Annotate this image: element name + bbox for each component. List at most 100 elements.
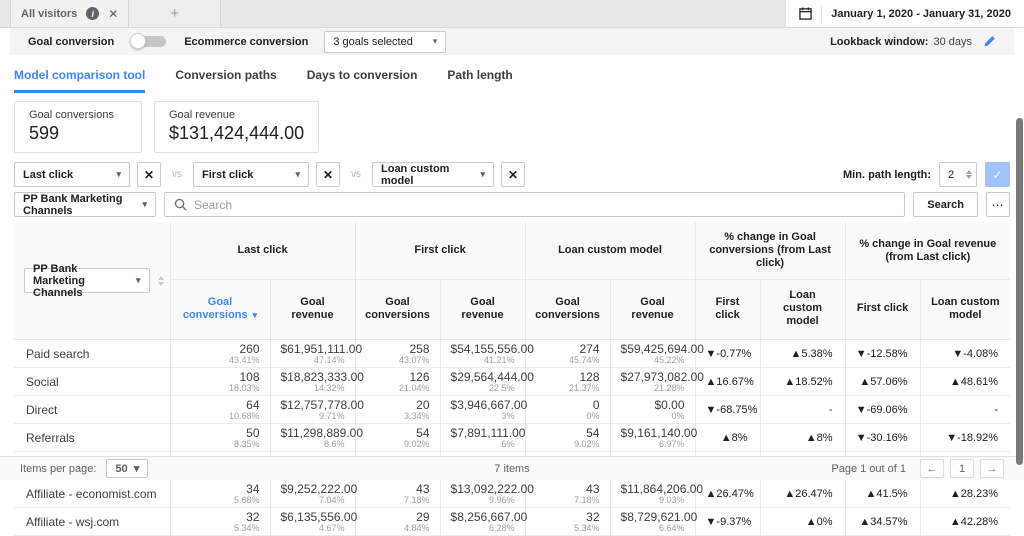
dimension-dropdown[interactable]: PP Bank Marketing Channels ▾ [14,192,156,217]
header-group-row: PP Bank Marketing Channels ▾ Last clickF… [14,222,1010,280]
change-cell: ▲16.67% [695,368,760,396]
page-info: Page 1 out of 1 [831,463,906,475]
edit-pencil-icon[interactable] [983,35,996,48]
current-page-number: 1 [959,463,965,475]
goal-revenue-card: Goal revenue $131,424,444.00 [154,101,319,153]
change-cell: ▲18.52% [760,368,845,396]
metric-cell: 345.68% [170,480,270,508]
channel-name: Referrals [14,424,170,452]
metric-cell: $29,564,444.0022.5% [440,368,525,396]
channel-name: Affiliate - wsj.com [14,508,170,536]
channel-name: Affiliate - economist.com [14,480,170,508]
tab-path-length[interactable]: Path length [447,68,512,93]
divider [821,6,822,22]
change-cell: ▼-4.08% [920,340,1010,368]
column-group-header: Last click [170,222,355,280]
goals-selected-value: 3 goals selected [333,36,413,48]
metric-cell: 26043.41% [170,340,270,368]
change-cell: ▲5.38% [760,340,845,368]
channel-name: Social [14,368,170,396]
search-box[interactable] [164,192,905,217]
card-label: Goal revenue [169,109,304,121]
conversion-type-toggle[interactable] [132,36,166,47]
model-select-3-value: Loan custom model [381,163,474,187]
column-header[interactable]: First click [845,280,920,340]
metric-cell: 12821.37% [525,368,610,396]
previous-page-button[interactable]: ← [920,459,944,478]
change-cell: ▲26.47% [760,480,845,508]
date-range-picker[interactable]: January 1, 2020 - January 31, 2020 [785,0,1024,27]
change-cell: ▲8% [760,424,845,452]
ellipsis-icon: ⋯ [992,198,1005,212]
column-header[interactable]: Goal conversions▾ [170,280,270,340]
model-selector-row: Last click ▾ ✕ vs First click ▾ ✕ vs Loa… [14,162,1010,187]
metric-cell: $11,298,889.008.6% [270,424,355,452]
sort-icon[interactable] [158,276,164,286]
column-header[interactable]: Goal conversions [525,280,610,340]
segment-tab[interactable]: All visitors i ✕ [10,0,129,27]
change-cell: ▲42.28% [920,508,1010,536]
report-tabs: Model comparison tool Conversion paths D… [14,68,1010,93]
chevron-down-icon: ▾ [295,169,300,180]
change-cell: ▲28.23% [920,480,1010,508]
lookback-label: Lookback window: [830,36,928,48]
column-header[interactable]: Loan custom model [760,280,845,340]
column-group-header: % change in Goal revenue (from Last clic… [845,222,1010,280]
search-button[interactable]: Search [913,192,978,217]
metric-cell: 25843.07% [355,340,440,368]
metric-cell: $11,864,206.009.03% [610,480,695,508]
table-dimension-dropdown[interactable]: PP Bank Marketing Channels ▾ [24,268,150,293]
min-path-length-control: Min. path length: ✓ [843,162,1010,187]
min-path-length-input[interactable] [948,169,962,181]
metric-cell: $27,973,082.0021.28% [610,368,695,396]
check-icon: ✓ [992,168,1002,182]
column-header[interactable]: Goal revenue [440,280,525,340]
metric-cell: 508.35% [170,424,270,452]
model-select-3[interactable]: Loan custom model ▾ [372,162,494,187]
conversion-control-bar: Goal conversion Ecommerce conversion 3 g… [10,28,1014,55]
column-group-header: % change in Goal conversions (from Last … [695,222,845,280]
page-size-dropdown[interactable]: 50 ▾ [106,459,148,478]
model-select-1[interactable]: Last click ▾ [14,162,130,187]
more-options-button[interactable]: ⋯ [986,192,1010,217]
close-icon[interactable]: ✕ [108,7,118,21]
min-path-length-label: Min. path length: [843,169,931,181]
table-footer: Items per page: 50 ▾ 7 items Page 1 out … [0,456,1024,480]
apply-button[interactable]: ✓ [985,162,1010,187]
chevron-down-icon: ▾ [480,169,485,180]
next-page-button[interactable]: → [980,459,1004,478]
metric-cell: 294.84% [355,508,440,536]
metric-cell: $13,092,222.009.96% [440,480,525,508]
tab-conversion-paths[interactable]: Conversion paths [175,68,276,93]
model-select-2[interactable]: First click ▾ [193,162,309,187]
stepper-arrows-icon[interactable] [966,170,972,179]
column-header[interactable]: Loan custom model [920,280,1010,340]
sort-descending-icon: ▾ [253,310,258,320]
metric-cell: $9,252,222.007.04% [270,480,355,508]
change-cell: ▲0% [760,508,845,536]
column-header[interactable]: Goal revenue [610,280,695,340]
remove-model-1-button[interactable]: ✕ [137,162,161,187]
column-header[interactable]: Goal conversions [355,280,440,340]
metric-cell: 325.34% [170,508,270,536]
metric-cell: 10818.03% [170,368,270,396]
change-cell: ▼-30.16% [845,424,920,452]
tab-days-to-conversion[interactable]: Days to conversion [307,68,418,93]
search-input[interactable] [194,198,895,212]
vertical-scrollbar[interactable] [1016,118,1023,465]
metric-cell: 437.18% [525,480,610,508]
remove-model-2-button[interactable]: ✕ [316,162,340,187]
column-header[interactable]: Goal revenue [270,280,355,340]
tab-model-comparison-tool[interactable]: Model comparison tool [14,68,145,93]
table-row: Referrals508.35%$11,298,889.008.6% 549.02… [14,424,1010,452]
add-segment-tab[interactable]: + [129,0,221,27]
min-path-length-stepper[interactable] [939,162,977,187]
goals-selected-dropdown[interactable]: 3 goals selected ▾ [324,31,446,53]
info-icon[interactable]: i [86,7,99,20]
metric-cell: 549.02% [525,424,610,452]
channel-name: Direct [14,396,170,424]
remove-model-3-button[interactable]: ✕ [501,162,525,187]
column-header[interactable]: First click [695,280,760,340]
toggle-knob [130,33,146,49]
current-page-button[interactable]: 1 [950,459,974,478]
